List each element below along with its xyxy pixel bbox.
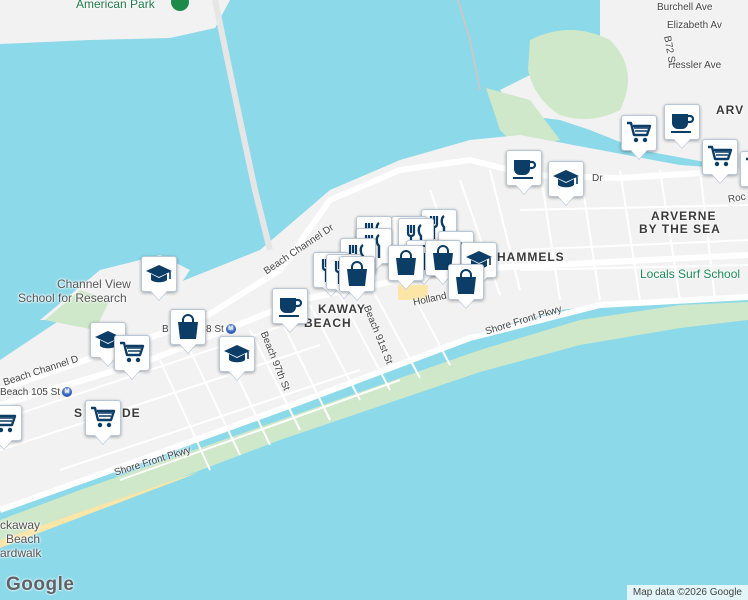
label-elizabeth-ave: Elizabeth Av: [667, 20, 722, 31]
label-channel-view-2: School for Research: [18, 291, 127, 305]
label-boardwalk-3: ardwalk: [0, 546, 42, 560]
marker-shopping-bag[interactable]: [388, 245, 424, 281]
google-logo[interactable]: Google: [6, 574, 74, 596]
label-seaside-partial-2: DE: [122, 406, 141, 420]
label-channel-view-1: Channel View: [57, 277, 131, 291]
marker-coffee[interactable]: [664, 104, 700, 140]
label-seaside-partial-1: S: [74, 406, 84, 420]
label-rockaway-beach-2: BEACH: [304, 316, 352, 330]
marker-shopping-cart[interactable]: [0, 405, 22, 441]
shopping-cart-icon: [0, 409, 18, 437]
marker-school[interactable]: [219, 336, 255, 372]
label-beach-98-st-suffix: 8 St M: [206, 324, 236, 335]
label-beach-105-st: Beach 105 St M: [0, 387, 73, 398]
label-dr-partial: Dr: [592, 173, 603, 184]
marker-shopping-bag[interactable]: [448, 264, 484, 300]
label-rockaway-beach-1: KAWAY: [318, 302, 366, 316]
subway-icon: M: [62, 387, 73, 398]
shopping-cart-icon: [89, 404, 117, 432]
marker-shopping-cart[interactable]: [702, 139, 738, 175]
coffee-cup-icon: [510, 154, 538, 182]
coffee-cup-icon: [668, 108, 696, 136]
marker-shopping-cart[interactable]: [740, 151, 748, 187]
marker-school[interactable]: [141, 256, 177, 292]
marker-shopping-bag[interactable]: [170, 309, 206, 345]
map-attribution[interactable]: Map data ©2026 Google: [626, 585, 748, 600]
marker-school[interactable]: [548, 161, 584, 197]
label-arverne-by-the-sea-2: BY THE SEA: [639, 222, 721, 236]
marker-shopping-cart[interactable]: [114, 335, 150, 371]
coffee-cup-icon: [276, 292, 304, 320]
label-american-park: American Park: [76, 0, 155, 11]
label-burchell-ave: Burchell Ave: [657, 2, 713, 13]
label-locals-surf-school: Locals Surf School: [640, 267, 741, 281]
shopping-cart-icon: [744, 155, 748, 183]
shopping-bag-icon: [392, 249, 420, 277]
label-boardwalk-2: Beach: [6, 532, 41, 546]
shopping-bag-icon: [452, 268, 480, 296]
label-arverne-by-the-sea-1: ARVERNE: [651, 209, 717, 223]
shopping-bag-icon: [174, 313, 202, 341]
marker-shopping-cart[interactable]: [621, 115, 657, 151]
label-beach-98-st: B: [162, 324, 169, 335]
shopping-cart-icon: [706, 143, 734, 171]
marker-coffee[interactable]: [506, 150, 542, 186]
school-icon: [223, 340, 251, 368]
shopping-cart-icon: [118, 339, 146, 367]
marker-coffee[interactable]: [272, 288, 308, 324]
label-boardwalk-1: ckaway: [0, 518, 41, 532]
subway-icon: M: [225, 324, 236, 335]
label-hammels: HAMMELS: [497, 250, 565, 264]
shopping-cart-icon: [625, 119, 653, 147]
school-icon: [145, 260, 173, 288]
marker-shopping-cart[interactable]: [85, 400, 121, 436]
school-icon: [552, 165, 580, 193]
marker-shopping-bag[interactable]: [339, 256, 375, 292]
label-arverne-partial: ARV: [716, 103, 745, 117]
shopping-bag-icon: [343, 260, 371, 288]
